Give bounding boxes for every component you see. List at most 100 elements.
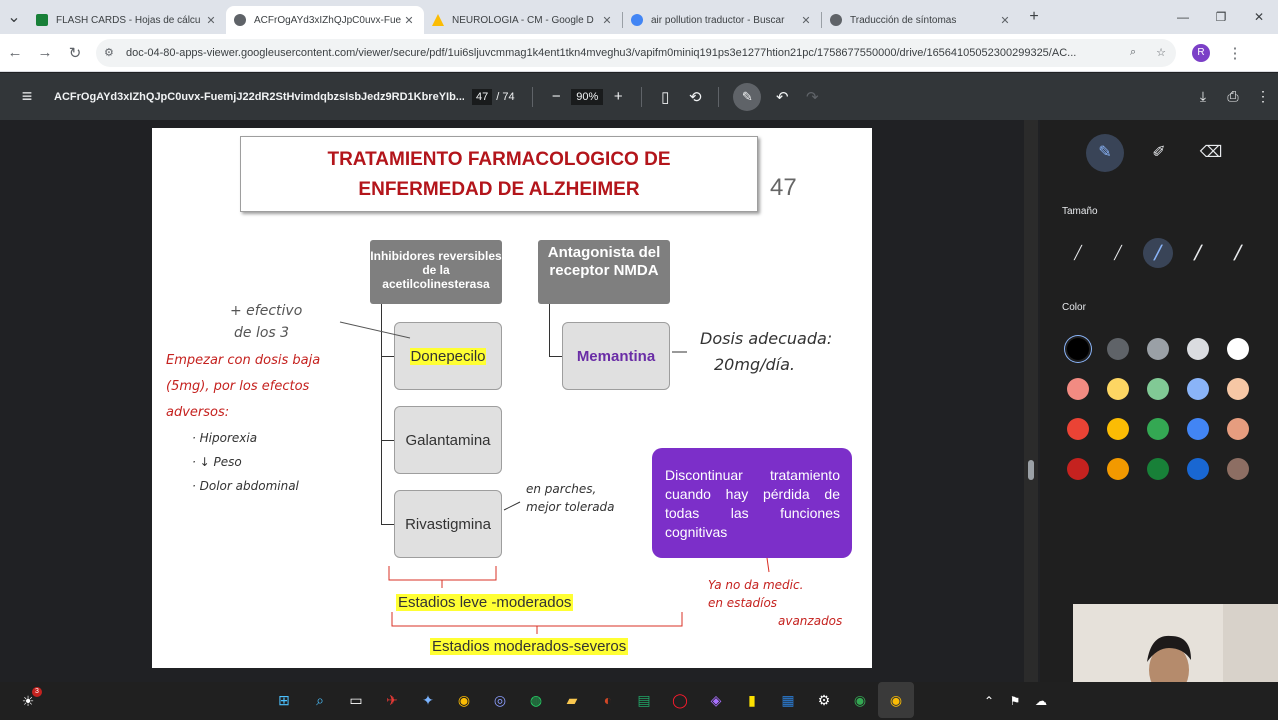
size-option-3[interactable]: ╱ (1143, 238, 1173, 268)
color-swatch[interactable] (1187, 378, 1209, 400)
chrome-active-icon[interactable]: ◉ (878, 682, 914, 718)
size-option-1[interactable]: ╱ (1063, 238, 1093, 268)
page-number-input[interactable]: 47 (472, 88, 493, 105)
note-line: adversos: (166, 405, 230, 420)
color-swatch[interactable] (1187, 338, 1209, 360)
tab-air-pollution[interactable]: air pollution traductor - Buscar ✕ (623, 6, 821, 34)
more-options-icon[interactable]: ⋮ (1248, 88, 1278, 105)
task-view-icon[interactable]: ▭ (338, 682, 374, 718)
tab-traduccion[interactable]: Traducción de síntomas ✕ (822, 6, 1020, 34)
tab-neurologia[interactable]: NEUROLOGIA - CM - Google D ✕ (424, 6, 622, 34)
color-swatch[interactable] (1107, 418, 1129, 440)
url-field[interactable]: ⚙ doc-04-80-apps-viewer.googleuserconten… (96, 38, 1176, 67)
forward-icon[interactable]: → (30, 44, 60, 61)
close-window-icon[interactable]: ✕ (1240, 0, 1278, 34)
tab-flash-cards[interactable]: FLASH CARDS - Hojas de cálcu ✕ (28, 6, 226, 34)
taskbar-apps: ⊞ ⌕ ▭ ✈ ✦ ◉ ◎ ◍ ▰ ◐ ▤ ◯ ◈ ▮ ▦ ⚙ ◉ ◉ (266, 682, 914, 718)
download-icon[interactable]: ⤓ (1188, 88, 1218, 105)
print-icon[interactable]: ⎙ (1218, 88, 1248, 105)
color-swatch[interactable] (1147, 458, 1169, 480)
minimize-icon[interactable]: — (1164, 0, 1202, 34)
color-swatch[interactable] (1147, 378, 1169, 400)
color-swatch[interactable] (1227, 418, 1249, 440)
tray-app-icon[interactable]: ⚑ (1002, 682, 1028, 720)
size-option-2[interactable]: ╱ (1103, 238, 1133, 268)
highlighter-tool-icon[interactable]: ✐ (1140, 134, 1178, 172)
close-icon[interactable]: ✕ (402, 14, 416, 27)
powerpoint-icon[interactable]: ◐ (590, 682, 626, 718)
acrobat-icon[interactable]: ✈ (374, 682, 410, 718)
site-info-icon[interactable]: ⚙ (104, 46, 120, 59)
annotate-icon[interactable]: ✎ (733, 82, 762, 111)
color-swatch[interactable] (1147, 418, 1169, 440)
zoom-out-icon[interactable]: − (541, 88, 571, 105)
weather-icon[interactable]: ☀ 3 (10, 683, 46, 719)
menu-dots-icon[interactable]: ⋮ (1220, 44, 1250, 62)
messenger-icon[interactable]: ◈ (698, 682, 734, 718)
redo-icon[interactable]: ↷ (797, 88, 827, 106)
tab-search-icon[interactable]: ⌄ (0, 7, 28, 27)
copilot-icon[interactable]: ✦ (410, 682, 446, 718)
bookmark-star-icon[interactable]: ☆ (1156, 46, 1166, 59)
pen-tool-icon[interactable]: ✎ (1086, 134, 1124, 172)
search-icon[interactable]: ⌕ (302, 682, 338, 718)
tab-pdf[interactable]: ACFrOgAYd3xIZhQJpC0uvx-Fue ✕ (226, 6, 424, 34)
new-tab-button[interactable]: + (1020, 8, 1048, 26)
opera-icon[interactable]: ◯ (662, 682, 698, 718)
color-swatch[interactable] (1187, 418, 1209, 440)
fit-page-icon[interactable]: ▯ (650, 88, 680, 106)
color-swatch[interactable] (1147, 338, 1169, 360)
color-swatch[interactable] (1107, 378, 1129, 400)
color-swatch[interactable] (1227, 458, 1249, 480)
close-icon[interactable]: ✕ (998, 14, 1012, 27)
zoom-in-icon[interactable]: + (603, 88, 633, 105)
color-swatch[interactable] (1107, 458, 1129, 480)
color-swatch[interactable] (1227, 338, 1249, 360)
note-line: · Hiporexia (192, 431, 258, 445)
eraser-tool-icon[interactable]: ⌫ (1192, 134, 1230, 172)
excel-icon[interactable]: ▤ (626, 682, 662, 718)
zoom-search-icon[interactable]: ⌕ (1130, 46, 1136, 59)
back-icon[interactable]: ← (0, 44, 30, 61)
color-swatch[interactable] (1227, 378, 1249, 400)
file-explorer-icon[interactable]: ▰ (554, 682, 590, 718)
chrome-icon[interactable]: ◉ (446, 682, 482, 718)
undo-icon[interactable]: ↶ (767, 88, 797, 106)
discord-icon[interactable]: ◎ (482, 682, 518, 718)
whatsapp-icon[interactable]: ◍ (518, 682, 554, 718)
chrome-profile-icon[interactable]: ◉ (842, 682, 878, 718)
size-option-4[interactable]: ╱ (1183, 238, 1213, 268)
note-line: Empezar con dosis baja (166, 353, 321, 368)
zoom-input[interactable]: 90% (571, 88, 604, 105)
color-swatch[interactable] (1187, 458, 1209, 480)
slide-title: TRATAMIENTO FARMACOLOGICO DE ENFERMEDAD … (240, 136, 758, 212)
size-option-5[interactable]: ╱ (1223, 238, 1253, 268)
settings-icon[interactable]: ⚙ (806, 682, 842, 718)
close-icon[interactable]: ✕ (204, 14, 218, 27)
drug-donepecilo: Donepecilo (394, 322, 502, 390)
profile-avatar[interactable]: R (1192, 43, 1210, 62)
windows-start-icon[interactable]: ⊞ (266, 682, 302, 718)
tray-chevron-icon[interactable]: ⌃ (976, 682, 1002, 720)
tab-title: FLASH CARDS - Hojas de cálcu (56, 14, 201, 26)
menu-icon[interactable]: ≡ (0, 86, 54, 107)
pdf-viewer[interactable]: TRATAMIENTO FARMACOLOGICO DE ENFERMEDAD … (0, 120, 1040, 682)
tab-title: ACFrOgAYd3xIZhQJpC0uvx-Fue (254, 14, 402, 26)
sticky-notes-icon[interactable]: ▮ (734, 682, 770, 718)
color-swatch[interactable] (1067, 338, 1089, 360)
rotate-icon[interactable]: ⟲ (680, 88, 710, 106)
tab-title: Traducción de síntomas (850, 14, 957, 26)
color-swatch[interactable] (1067, 458, 1089, 480)
scrollbar-thumb[interactable] (1028, 460, 1034, 480)
close-icon[interactable]: ✕ (799, 14, 813, 27)
restore-icon[interactable]: ❐ (1202, 0, 1240, 34)
tray-cloud-icon[interactable]: ☁ (1028, 682, 1054, 720)
vertical-scrollbar[interactable] (1024, 120, 1038, 682)
reload-icon[interactable]: ↻ (60, 44, 90, 62)
close-icon[interactable]: ✕ (600, 14, 614, 27)
color-label: Color (1062, 302, 1086, 313)
color-swatch[interactable] (1107, 338, 1129, 360)
color-swatch[interactable] (1067, 418, 1089, 440)
color-swatch[interactable] (1067, 378, 1089, 400)
word-icon[interactable]: ▦ (770, 682, 806, 718)
